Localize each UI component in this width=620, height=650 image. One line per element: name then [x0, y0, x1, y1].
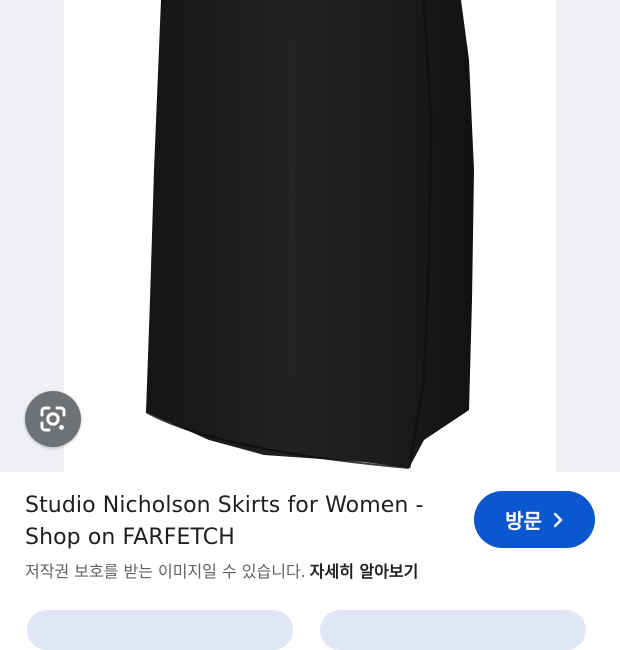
learn-more-link[interactable]: 자세히 알아보기: [310, 562, 419, 581]
image-preview-area: [0, 0, 620, 472]
result-title-line1: Studio Nicholson Skirts for Women -: [25, 493, 424, 518]
google-lens-icon: [40, 406, 66, 432]
product-image-panel[interactable]: [64, 0, 556, 472]
result-title[interactable]: Studio Nicholson Skirts for Women - Shop…: [25, 490, 445, 554]
related-chip-right[interactable]: [320, 610, 586, 650]
visit-button[interactable]: 방문: [474, 491, 595, 548]
copyright-text: 저작권 보호를 받는 이미지일 수 있습니다.: [25, 562, 306, 581]
copyright-notice: 저작권 보호를 받는 이미지일 수 있습니다. 자세히 알아보기: [25, 561, 605, 583]
related-chip-left[interactable]: [27, 610, 293, 650]
product-image: [145, 0, 474, 469]
chevron-right-icon: [552, 512, 564, 528]
visit-button-label: 방문: [505, 509, 542, 533]
result-title-line2: Shop on FARFETCH: [25, 525, 235, 550]
lens-search-button[interactable]: [25, 391, 81, 447]
